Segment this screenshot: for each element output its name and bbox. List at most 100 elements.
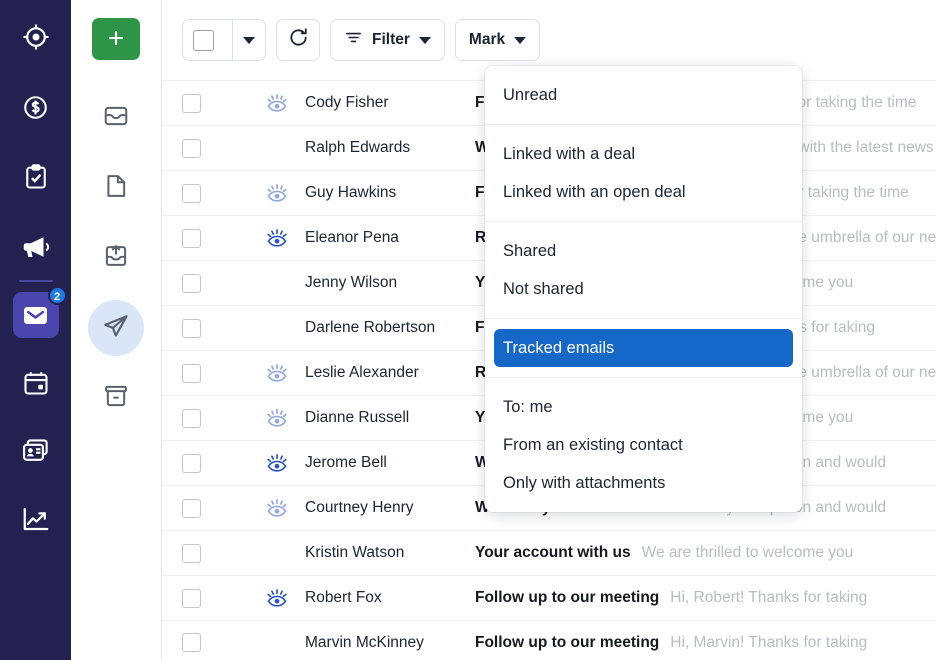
- mark-button[interactable]: Mark: [454, 19, 541, 61]
- row-subject: Follow up to our meeting: [475, 633, 660, 651]
- menu-item[interactable]: Not shared: [485, 270, 802, 308]
- filter-button[interactable]: Filter: [330, 19, 445, 61]
- menu-item[interactable]: Tracked emails: [494, 329, 793, 367]
- row-preview: Hi, Robert! Thanks for taking: [670, 589, 868, 606]
- tracked-eye-icon: [259, 588, 295, 608]
- menu-item[interactable]: Shared: [485, 232, 802, 270]
- calendar-icon: [22, 369, 50, 397]
- row-sender: Jenny Wilson: [305, 274, 398, 291]
- nav-item-insights[interactable]: [0, 492, 71, 546]
- menu-item[interactable]: Linked with an open deal: [485, 173, 802, 211]
- refresh-button[interactable]: [276, 19, 320, 61]
- row-checkbox[interactable]: [182, 93, 201, 113]
- row-checkbox[interactable]: [182, 543, 201, 563]
- row-checkbox[interactable]: [182, 588, 201, 608]
- chevron-down-icon: [418, 36, 431, 44]
- row-sender: Courtney Henry: [305, 499, 414, 516]
- folder-item-archive[interactable]: [88, 370, 144, 426]
- row-checkbox[interactable]: [182, 498, 201, 518]
- menu-item[interactable]: Linked with a deal: [485, 135, 802, 173]
- row-sender: Leslie Alexander: [305, 364, 419, 381]
- row-checkbox[interactable]: [182, 453, 201, 473]
- funnel-icon: [344, 28, 363, 52]
- checkbox-square-icon: [192, 29, 214, 51]
- outbox-upload-icon: [102, 242, 130, 275]
- nav-item-mail[interactable]: 2: [0, 286, 71, 342]
- dollar-circle-icon: [21, 93, 50, 122]
- table-row[interactable]: Kristin Watson Your account with us We are…: [162, 530, 936, 575]
- row-sender: Cody Fisher: [305, 94, 389, 111]
- primary-nav-rail: 2: [0, 0, 71, 660]
- chevron-down-icon: [514, 36, 527, 44]
- analytics-chart-icon: [21, 504, 51, 534]
- refresh-icon: [287, 26, 310, 54]
- select-all-checkbox[interactable]: [183, 20, 223, 60]
- nav-item-calendar[interactable]: [0, 356, 71, 410]
- compose-button[interactable]: [92, 18, 140, 60]
- row-checkbox[interactable]: [182, 318, 201, 338]
- tracked-eye-icon: [259, 408, 295, 428]
- row-sender: Ralph Edwards: [305, 139, 411, 156]
- row-subject: Your account with us: [475, 544, 631, 561]
- folder-item-outbox[interactable]: [88, 230, 144, 286]
- menu-item[interactable]: To: me: [485, 388, 802, 426]
- row-subject: Follow up to our meeting: [475, 589, 660, 606]
- folder-rail: [71, 0, 162, 660]
- menu-item[interactable]: Unread: [485, 76, 802, 114]
- menu-item[interactable]: From an existing contact: [485, 426, 802, 464]
- nav-item-deals[interactable]: [0, 80, 71, 134]
- row-checkbox[interactable]: [182, 183, 201, 203]
- tracked-eye-icon: [259, 183, 295, 203]
- row-checkbox[interactable]: [182, 633, 201, 652]
- row-sender: Darlene Robertson: [305, 319, 436, 336]
- row-checkbox[interactable]: [182, 408, 201, 428]
- select-all-split-button[interactable]: [182, 19, 266, 61]
- nav-item-activities[interactable]: [0, 150, 71, 204]
- row-checkbox[interactable]: [182, 228, 201, 248]
- menu-item[interactable]: Only with attachments: [485, 464, 802, 502]
- row-checkbox[interactable]: [182, 138, 201, 158]
- contact-cards-icon: [21, 436, 51, 466]
- sent-paper-plane-icon: [101, 311, 131, 346]
- menu-group: Unread: [485, 66, 802, 124]
- menu-group: Shared Not shared: [485, 221, 802, 318]
- mail-list-pane: Filter Mark Cody Fisher Follow up to our …: [162, 0, 936, 660]
- tracked-eye-icon: [259, 363, 295, 383]
- filter-button-label: Filter: [372, 31, 410, 48]
- row-sender: Eleanor Pena: [305, 229, 399, 246]
- menu-group: To: me From an existing contact Only with …: [485, 377, 802, 512]
- row-sender: Guy Hawkins: [305, 184, 397, 201]
- nav-item-contacts[interactable]: [0, 424, 71, 478]
- select-all-dropdown-toggle[interactable]: [232, 20, 265, 60]
- folder-item-drafts[interactable]: [88, 160, 144, 216]
- row-preview: We are thrilled to welcome you: [641, 544, 854, 561]
- row-preview: Hi, Marvin! Thanks for taking: [670, 633, 868, 651]
- tracked-eye-icon: [259, 228, 295, 248]
- nav-item-leads[interactable]: [0, 10, 71, 64]
- inbox-icon: [102, 102, 130, 135]
- folder-item-sent[interactable]: [88, 300, 144, 356]
- megaphone-icon: [21, 232, 51, 262]
- table-row[interactable]: Marvin McKinney Follow up to our meeting H…: [162, 620, 936, 660]
- row-sender: Marvin McKinney: [305, 633, 424, 651]
- row-checkbox[interactable]: [182, 363, 201, 383]
- drafts-document-icon: [102, 172, 130, 205]
- archive-box-icon: [102, 382, 130, 415]
- filter-dropdown-menu[interactable]: Unread Linked with a deal Linked with an o…: [485, 66, 802, 512]
- nav-item-campaigns[interactable]: [0, 220, 71, 274]
- folder-item-inbox[interactable]: [88, 90, 144, 146]
- plus-icon: [105, 27, 127, 52]
- menu-group: Linked with a deal Linked with an open de…: [485, 124, 802, 221]
- tracked-eye-icon: [259, 93, 295, 113]
- tracked-eye-icon: [259, 498, 295, 518]
- menu-group: Tracked emails: [485, 318, 802, 377]
- table-row[interactable]: Robert Fox Follow up to our meeting Hi, Ro…: [162, 575, 936, 620]
- mail-icon: [21, 301, 50, 330]
- row-sender: Dianne Russell: [305, 409, 410, 426]
- mark-button-label: Mark: [468, 31, 506, 48]
- target-icon: [21, 22, 51, 52]
- clipboard-check-icon: [22, 163, 50, 191]
- row-checkbox[interactable]: [182, 273, 201, 293]
- row-sender: Kristin Watson: [305, 544, 405, 561]
- chevron-down-icon: [243, 36, 255, 44]
